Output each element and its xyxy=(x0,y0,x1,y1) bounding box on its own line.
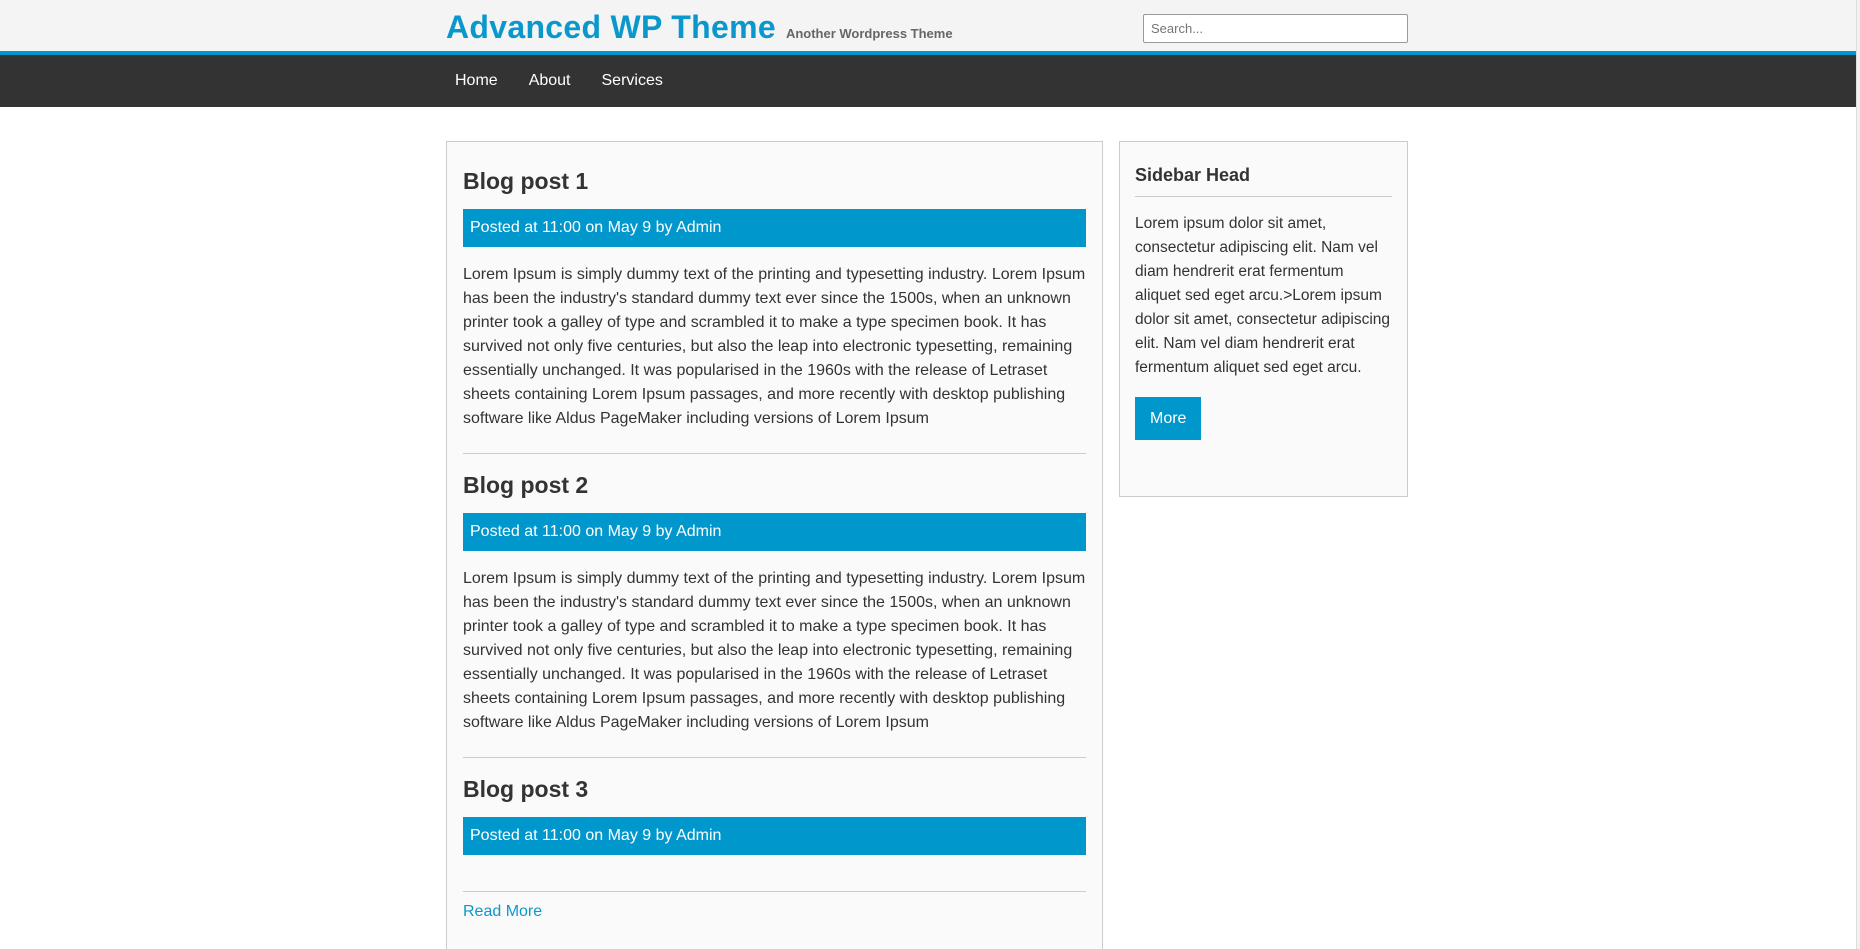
brand: Advanced WP Theme Another Wordpress Them… xyxy=(446,7,953,47)
page: Advanced WP Theme Another Wordpress Them… xyxy=(0,0,1860,949)
blog-post: Blog post 3 Posted at 11:00 on May 9 by … xyxy=(463,774,1086,892)
more-button[interactable]: More xyxy=(1135,397,1202,440)
header-inner: Advanced WP Theme Another Wordpress Them… xyxy=(446,0,1408,55)
sidebar-head: Sidebar Head xyxy=(1135,164,1392,197)
nav-item-services[interactable]: Services xyxy=(593,55,672,107)
search-input[interactable] xyxy=(1143,14,1408,43)
main-column: Blog post 1 Posted at 11:00 on May 9 by … xyxy=(446,141,1103,949)
blog-post: Blog post 2 Posted at 11:00 on May 9 by … xyxy=(463,470,1086,758)
post-body xyxy=(463,855,1086,891)
post-meta: Posted at 11:00 on May 9 by Admin xyxy=(463,209,1086,247)
sidebar-text: Lorem ipsum dolor sit amet, consectetur … xyxy=(1135,215,1391,376)
post-body: Lorem Ipsum is simply dummy text of the … xyxy=(463,266,1086,427)
nav-item-about[interactable]: About xyxy=(520,55,580,107)
nav-inner: Home About Services xyxy=(446,55,685,107)
post-title[interactable]: Blog post 2 xyxy=(463,470,1086,500)
main-nav: Home About Services xyxy=(0,55,1860,107)
site-title-link[interactable]: Advanced WP Theme xyxy=(446,7,776,47)
scrollbar-track[interactable] xyxy=(1856,0,1860,949)
blog-post: Blog post 1 Posted at 11:00 on May 9 by … xyxy=(463,166,1086,454)
post-title[interactable]: Blog post 1 xyxy=(463,166,1086,196)
site-header: Advanced WP Theme Another Wordpress Them… xyxy=(0,0,1860,55)
post-title[interactable]: Blog post 3 xyxy=(463,774,1086,804)
site-tagline: Another Wordpress Theme xyxy=(785,26,953,41)
sidebar: Sidebar Head Lorem ipsum dolor sit amet,… xyxy=(1119,141,1408,497)
post-meta: Posted at 11:00 on May 9 by Admin xyxy=(463,513,1086,551)
post-body: Lorem Ipsum is simply dummy text of the … xyxy=(463,570,1086,731)
post-meta: Posted at 11:00 on May 9 by Admin xyxy=(463,817,1086,855)
read-more-link[interactable]: Read More xyxy=(463,903,542,921)
nav-item-home[interactable]: Home xyxy=(446,55,507,107)
